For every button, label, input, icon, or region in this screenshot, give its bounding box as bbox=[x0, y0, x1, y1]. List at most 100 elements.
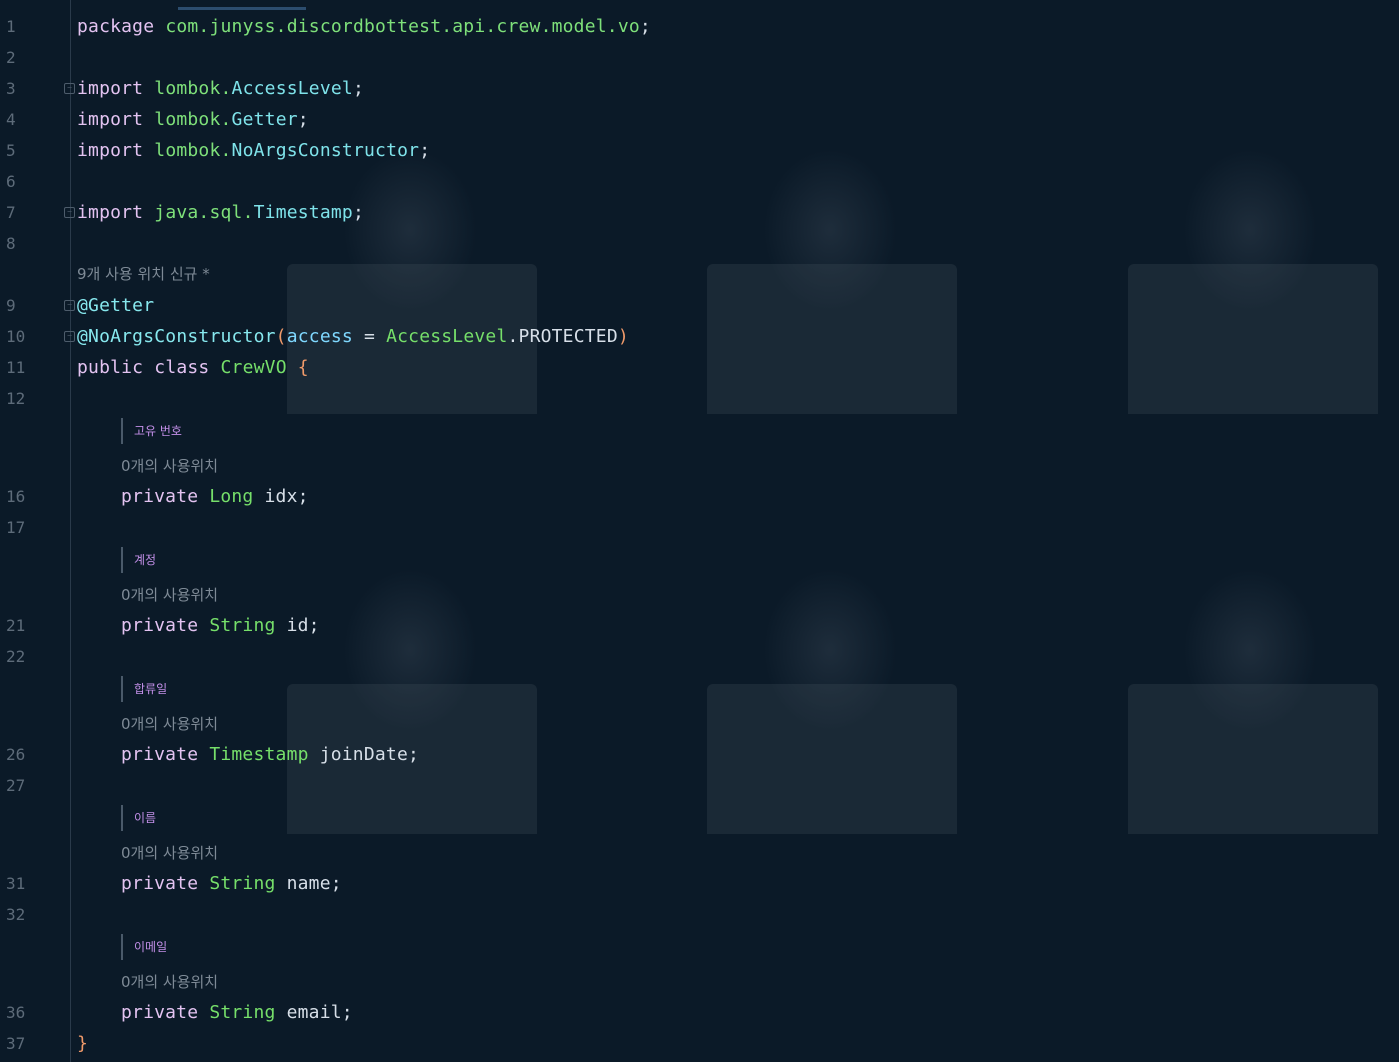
code-line[interactable]: 11 public class CrewVO { bbox=[0, 352, 1399, 383]
fold-icon[interactable]: − bbox=[64, 331, 75, 342]
code-token: package bbox=[77, 16, 155, 37]
code-token: Getter bbox=[231, 109, 298, 130]
line-number[interactable]: 4 bbox=[0, 110, 48, 129]
code-token: AccessLevel bbox=[231, 78, 353, 99]
code-token: private bbox=[121, 744, 199, 765]
code-text[interactable]: private String email; bbox=[121, 1002, 353, 1023]
code-token: ; bbox=[419, 140, 431, 161]
code-line[interactable]: 31 private String name; bbox=[0, 868, 1399, 899]
code-text[interactable]: } bbox=[77, 1033, 88, 1054]
line-number[interactable]: 12 bbox=[0, 389, 48, 408]
code-token: private bbox=[121, 615, 199, 636]
code-line[interactable]: 4 import lombok.Getter; bbox=[0, 104, 1399, 135]
code-line[interactable]: 17 bbox=[0, 512, 1399, 543]
code-line[interactable]: 2 bbox=[0, 42, 1399, 73]
line-number[interactable]: 5 bbox=[0, 141, 48, 160]
code-token: NoArgsConstructor bbox=[231, 140, 420, 161]
line-number[interactable]: 7 bbox=[0, 203, 48, 222]
code-token: joinDate; bbox=[308, 744, 420, 765]
code-token: @Getter bbox=[77, 295, 155, 316]
field-usage-hint[interactable]: 0개의 사용위치 bbox=[121, 584, 218, 605]
field-usage-hint[interactable]: 0개의 사용위치 bbox=[121, 842, 218, 863]
code-line[interactable]: 32 bbox=[0, 899, 1399, 930]
field-usage-hint[interactable]: 0개의 사용위치 bbox=[121, 455, 218, 476]
field-usage-hint[interactable]: 0개의 사용위치 bbox=[121, 971, 218, 992]
line-number[interactable]: 21 bbox=[0, 616, 48, 635]
field-doc-comment: 고유 번호 bbox=[121, 418, 182, 444]
code-line[interactable]: 8 bbox=[0, 228, 1399, 259]
field-doc-comment: 합류일 bbox=[121, 676, 167, 702]
code-line[interactable]: 9 − @Getter bbox=[0, 290, 1399, 321]
line-number[interactable]: 6 bbox=[0, 172, 48, 191]
line-number[interactable]: 26 bbox=[0, 745, 48, 764]
line-number[interactable]: 22 bbox=[0, 647, 48, 666]
line-number[interactable]: 9 bbox=[0, 296, 48, 315]
fold-icon[interactable]: − bbox=[64, 207, 75, 218]
code-text[interactable]: private String name; bbox=[121, 873, 342, 894]
code-line[interactable]: 6 bbox=[0, 166, 1399, 197]
code-token: ( bbox=[275, 326, 287, 347]
line-number[interactable]: 8 bbox=[0, 234, 48, 253]
code-token: ; bbox=[352, 202, 365, 223]
code-token: CrewVO bbox=[220, 357, 287, 378]
line-number[interactable]: 36 bbox=[0, 1003, 48, 1022]
line-number[interactable]: 11 bbox=[0, 358, 48, 377]
code-line[interactable]: 37} bbox=[0, 1028, 1399, 1059]
fold-icon[interactable]: − bbox=[64, 83, 75, 94]
code-editor[interactable]: 1 package com.junyss.discordbottest.api.c… bbox=[0, 0, 1399, 1062]
code-text[interactable]: public class CrewVO { bbox=[77, 357, 309, 378]
code-token: public bbox=[77, 357, 144, 378]
code-token: class bbox=[154, 357, 210, 378]
code-line[interactable]: 27 bbox=[0, 770, 1399, 801]
code-text[interactable]: import lombok.Getter; bbox=[77, 109, 309, 130]
code-text[interactable]: package com.junyss.discordbottest.api.cr… bbox=[77, 16, 651, 37]
code-token: String bbox=[209, 873, 276, 894]
code-token: Timestamp bbox=[209, 744, 309, 765]
line-number[interactable]: 32 bbox=[0, 905, 48, 924]
line-number[interactable]: 27 bbox=[0, 776, 48, 795]
code-line[interactable]: 3 − import lombok.AccessLevel; bbox=[0, 73, 1399, 104]
code-line[interactable]: 36 private String email; bbox=[0, 997, 1399, 1028]
line-number[interactable]: 3 bbox=[0, 79, 48, 98]
code-text[interactable]: @NoArgsConstructor(access = AccessLevel.… bbox=[77, 326, 629, 347]
code-line[interactable]: 10 − @NoArgsConstructor(access = AccessLev… bbox=[0, 321, 1399, 352]
code-token: ; bbox=[639, 16, 651, 37]
field-usage-hint[interactable]: 0개의 사용위치 bbox=[121, 713, 218, 734]
code-text[interactable]: @Getter bbox=[77, 295, 154, 316]
code-token: lombok. bbox=[154, 109, 232, 130]
code-text[interactable]: import lombok.AccessLevel; bbox=[77, 78, 364, 99]
code-line[interactable]: 1 package com.junyss.discordbottest.api.c… bbox=[0, 11, 1399, 42]
code-text[interactable]: private String id; bbox=[121, 615, 320, 636]
code-token: . bbox=[507, 326, 519, 347]
line-number[interactable]: 17 bbox=[0, 518, 48, 537]
code-line[interactable]: 5 import lombok.NoArgsConstructor; bbox=[0, 135, 1399, 166]
code-line[interactable]: 7 − import java.sql.Timestamp; bbox=[0, 197, 1399, 228]
code-token: com.junyss.discordbottest.api.crew.model… bbox=[165, 16, 640, 37]
code-line[interactable]: 26 private Timestamp joinDate; bbox=[0, 739, 1399, 770]
code-line[interactable]: 16 private Long idx; bbox=[0, 481, 1399, 512]
line-number[interactable]: 31 bbox=[0, 874, 48, 893]
fold-icon[interactable]: − bbox=[64, 300, 75, 311]
code-token: { bbox=[297, 357, 309, 378]
line-number[interactable]: 1 bbox=[0, 17, 48, 36]
code-token: private bbox=[121, 1002, 199, 1023]
line-number[interactable]: 16 bbox=[0, 487, 48, 506]
line-number[interactable]: 37 bbox=[0, 1034, 48, 1053]
code-token: access bbox=[286, 326, 353, 347]
code-text[interactable]: import lombok.NoArgsConstructor; bbox=[77, 140, 430, 161]
code-line[interactable]: 22 bbox=[0, 641, 1399, 672]
code-line[interactable]: 12 bbox=[0, 383, 1399, 414]
code-text[interactable]: import java.sql.Timestamp; bbox=[77, 202, 364, 223]
code-line[interactable]: 21 private String id; bbox=[0, 610, 1399, 641]
class-usage-hint[interactable]: 9개 사용 위치 신규 * bbox=[77, 263, 210, 284]
line-number[interactable]: 2 bbox=[0, 48, 48, 67]
code-text[interactable]: private Timestamp joinDate; bbox=[121, 744, 419, 765]
code-text[interactable]: private Long idx; bbox=[121, 486, 309, 507]
line-number[interactable]: 10 bbox=[0, 327, 48, 346]
